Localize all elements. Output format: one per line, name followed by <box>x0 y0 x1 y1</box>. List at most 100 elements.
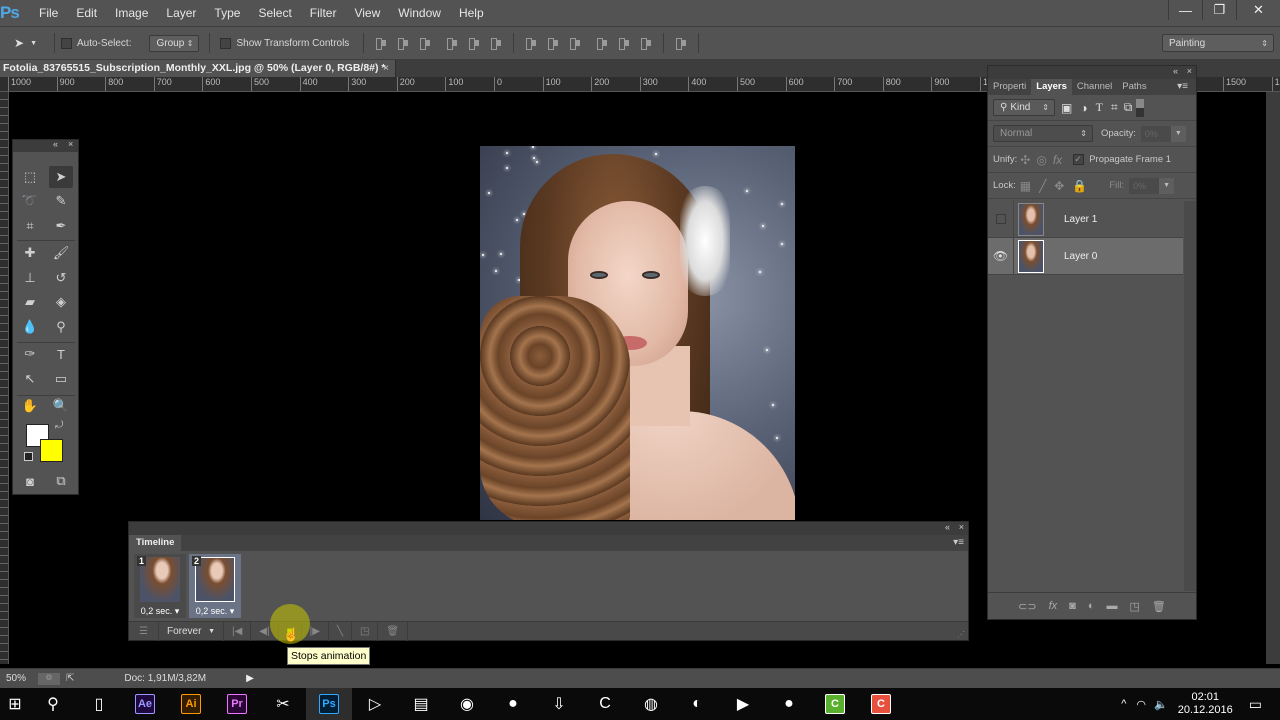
flash-app-icon[interactable]: ▶ <box>720 688 766 720</box>
action-center-icon[interactable]: ▭ <box>1249 696 1262 713</box>
auto-select-checkbox[interactable] <box>61 37 72 49</box>
lock-transparent-icon[interactable]: ▦ <box>1020 179 1031 193</box>
menu-window[interactable]: Window <box>389 0 450 26</box>
recorder-icon[interactable]: ● <box>766 688 812 720</box>
move-tool-preset[interactable]: ➤ ▼ <box>0 36 48 50</box>
lock-all-icon[interactable]: 🔒 <box>1072 179 1087 193</box>
zoom-icon[interactable]: 🔍 <box>49 395 73 417</box>
unify-style-icon[interactable]: fx <box>1053 153 1062 167</box>
menu-filter[interactable]: Filter <box>301 0 346 26</box>
tab-paths[interactable]: Paths <box>1117 79 1151 95</box>
ccleaner-icon[interactable]: C <box>582 688 628 720</box>
panel-menu-icon[interactable]: ▾≡ <box>953 537 964 548</box>
collapse-icon[interactable]: « <box>945 522 950 532</box>
crop-icon[interactable]: ⌗ <box>18 215 42 237</box>
filter-type-icon[interactable]: T <box>1096 100 1103 115</box>
eye-icon[interactable]: 👁 <box>988 237 1014 275</box>
movie-maker-icon[interactable]: ▤ <box>398 688 444 720</box>
lock-image-icon[interactable]: ╱ <box>1039 179 1046 193</box>
background-color-swatch[interactable] <box>40 439 63 462</box>
layer-row[interactable]: Layer 1 <box>988 200 1183 238</box>
unify-position-icon[interactable]: ✣ <box>1020 153 1030 167</box>
visibility-toggle-empty[interactable] <box>988 200 1014 238</box>
menu-layer[interactable]: Layer <box>157 0 205 26</box>
align-bottom-icon[interactable] <box>417 36 433 50</box>
volume-icon[interactable]: 🔈 <box>1154 698 1168 711</box>
chrome-icon[interactable]: ● <box>490 688 536 720</box>
menu-select[interactable]: Select <box>249 0 300 26</box>
menu-type[interactable]: Type <box>205 0 249 26</box>
lasso-icon[interactable]: ➰ <box>18 190 42 212</box>
google-earth-icon[interactable]: ◐ <box>674 688 720 720</box>
filter-smart-object-icon[interactable]: ⧉ <box>1124 100 1133 115</box>
camtasia-red-icon[interactable]: C <box>858 688 904 720</box>
distribute-top-icon[interactable] <box>523 36 539 50</box>
layer-name[interactable]: Layer 0 <box>1064 251 1097 262</box>
tab-properties[interactable]: Properti <box>988 79 1031 95</box>
document-tab[interactable]: Fotolia_83765515_Subscription_Monthly_XX… <box>0 60 396 77</box>
path-selection-icon[interactable]: ↖ <box>18 368 42 390</box>
clone-stamp-icon[interactable]: ⊥ <box>18 267 42 289</box>
history-brush-icon[interactable]: ↺ <box>49 267 73 289</box>
align-top-icon[interactable] <box>373 36 389 50</box>
premiere-icon[interactable]: Pr <box>214 688 260 720</box>
menu-file[interactable]: File <box>30 0 67 26</box>
zoom-level[interactable]: 50% <box>0 673 36 684</box>
quick-mask-icon[interactable]: ◙ <box>18 470 42 492</box>
tools-panel-header[interactable]: « × <box>13 139 78 152</box>
filter-shape-icon[interactable]: ⌗ <box>1111 100 1118 115</box>
align-right-icon[interactable] <box>488 36 504 50</box>
auto-select-target-dropdown[interactable]: Group ⇕ <box>149 34 200 52</box>
lock-position-icon[interactable]: ✥ <box>1054 179 1064 193</box>
camtasia-green-icon[interactable]: C <box>812 688 858 720</box>
brush-icon[interactable]: 🖌 <box>49 242 73 264</box>
close-panel-icon[interactable]: × <box>959 522 964 532</box>
rectangular-marquee-icon[interactable]: ⬚ <box>18 166 42 188</box>
swap-colors-icon[interactable]: ⤾ <box>55 420 63 431</box>
status-menu-arrow-icon[interactable]: ▶ <box>246 673 254 684</box>
unify-visibility-icon[interactable]: ◎ <box>1036 153 1046 167</box>
after-effects-icon[interactable]: Ae <box>122 688 168 720</box>
hand-icon[interactable]: ✋ <box>18 395 42 417</box>
share-icon[interactable]: ⇱ <box>66 673 74 684</box>
clock[interactable]: 02:01 20.12.2016 <box>1178 691 1233 717</box>
pen-icon[interactable]: ✑ <box>18 343 42 365</box>
media-app-icon[interactable]: ▷ <box>352 688 398 720</box>
menu-edit[interactable]: Edit <box>67 0 106 26</box>
start-icon[interactable]: ⊞ <box>0 688 30 720</box>
media-player-icon[interactable]: ◍ <box>628 688 674 720</box>
filter-toggle[interactable] <box>1136 98 1145 117</box>
frame-delay[interactable]: 0,2 sec. ▾ <box>189 606 241 617</box>
trash-icon[interactable]: 🗑 <box>1152 600 1166 613</box>
align-left-icon[interactable] <box>444 36 460 50</box>
distribute-hcenter-icon[interactable] <box>616 36 632 50</box>
folder-icon[interactable]: ▬ <box>1106 600 1117 612</box>
blend-mode-dropdown[interactable]: Normal ⇕ <box>993 125 1093 142</box>
timeline-header[interactable]: « × <box>129 522 968 535</box>
close-button[interactable]: ✕ <box>1236 0 1280 20</box>
opacity-dropdown-button[interactable]: ▼ <box>1170 125 1186 142</box>
close-panel-icon[interactable]: × <box>68 139 73 149</box>
collapse-icon[interactable]: « <box>53 139 58 149</box>
eraser-icon[interactable]: ▰ <box>18 291 42 313</box>
animation-frame[interactable]: 1 0,2 sec. ▾ <box>134 554 186 618</box>
fill-dropdown-button[interactable]: ▼ <box>1159 177 1175 194</box>
layer-name[interactable]: Layer 1 <box>1064 214 1097 225</box>
new-layer-icon[interactable]: ◳ <box>1129 600 1139 613</box>
photo-app-icon[interactable]: ◉ <box>444 688 490 720</box>
distribute-vcenter-icon[interactable] <box>545 36 561 50</box>
first-frame-icon[interactable]: |◀ <box>224 621 252 641</box>
default-colors-icon[interactable] <box>24 452 33 461</box>
tab-timeline[interactable]: Timeline <box>129 535 182 551</box>
close-panel-icon[interactable]: × <box>1187 66 1192 76</box>
close-tab-icon[interactable]: × <box>383 60 389 77</box>
filter-kind-dropdown[interactable]: ⚲ Kind ⇕ <box>993 99 1055 116</box>
healing-brush-icon[interactable]: ✚ <box>18 242 42 264</box>
illustrator-icon[interactable]: Ai <box>168 688 214 720</box>
convert-to-video-icon[interactable]: ☰ <box>129 621 159 641</box>
align-vcenter-icon[interactable] <box>395 36 411 50</box>
type-icon[interactable]: T <box>49 343 73 365</box>
layer-row-selected[interactable]: 👁 Layer 0 <box>988 237 1183 275</box>
auto-align-icon[interactable] <box>673 36 689 50</box>
fx-icon[interactable]: fx <box>1049 600 1058 612</box>
